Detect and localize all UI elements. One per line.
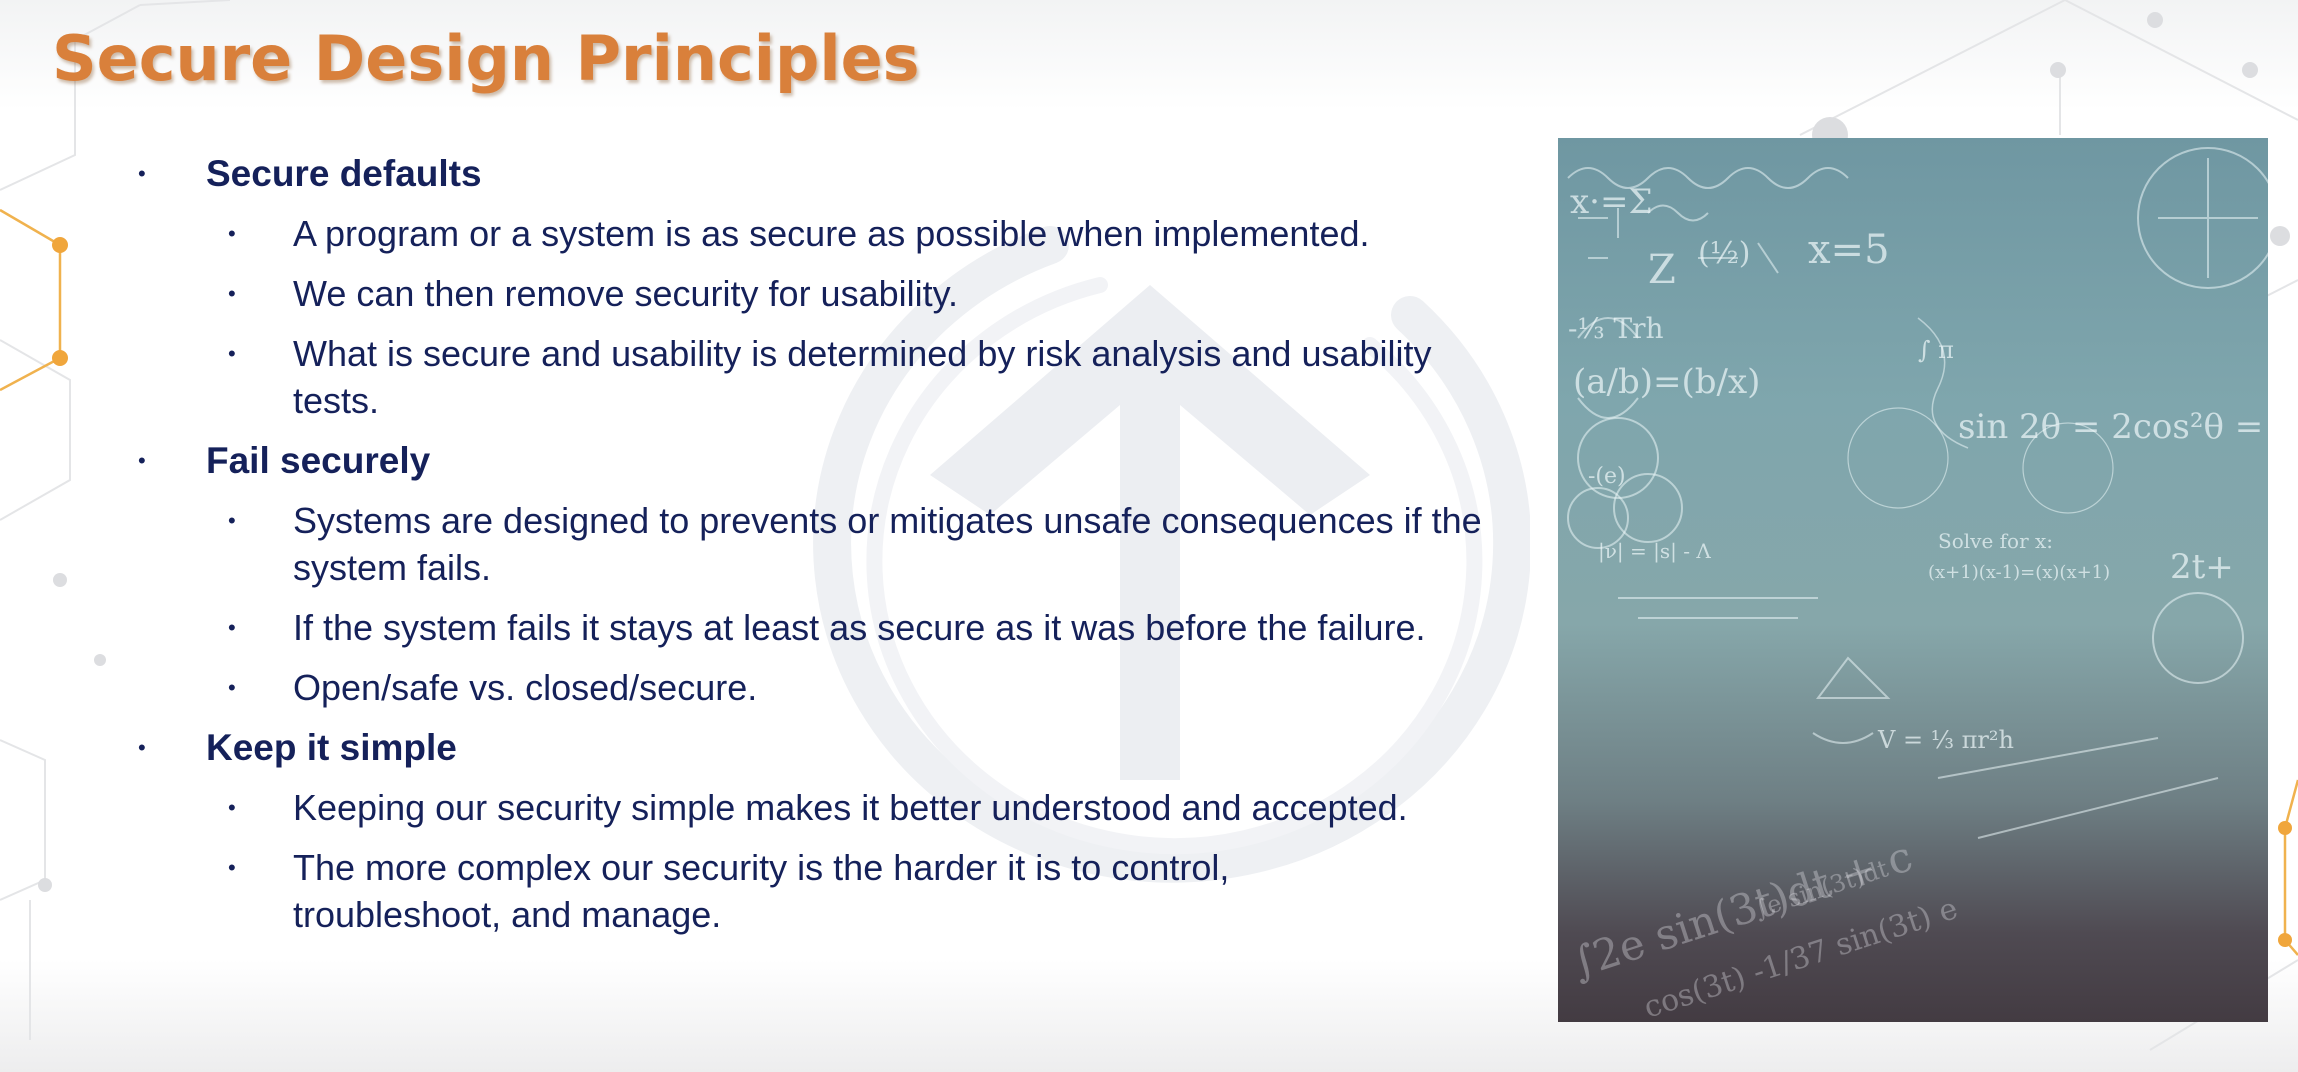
svg-text:(a/b)=(b/x): (a/b)=(b/x) [1573,362,1760,402]
sub-bullet-item: • If the system fails it stays at least … [206,604,1560,651]
section-secure-defaults: • Secure defaults • A program or a syste… [130,150,1560,424]
section-fail-securely: • Fail securely • Systems are designed t… [130,437,1560,711]
bullet-icon: • [228,281,236,306]
bullet-icon: • [228,675,236,700]
svg-text:-⅓ Trh: -⅓ Trh [1568,312,1664,345]
svg-text:(½): (½) [1698,236,1751,271]
svg-text:sin 2θ = 2cos²θ = cos²: sin 2θ = 2cos²θ = cos² [1958,407,2268,447]
slide: Secure Design Principles • Secure defaul… [0,0,2298,1072]
sub-bullet-text: Systems are designed to prevents or miti… [293,500,1482,588]
sub-bullet-item: • Open/safe vs. closed/secure. [206,664,1560,711]
sub-bullet-item: • The more complex our security is the h… [206,844,1560,938]
svg-text:x=5: x=5 [1808,227,1890,273]
sub-bullet-text: If the system fails it stays at least as… [293,607,1426,648]
sub-bullet-list: • A program or a system is as secure as … [206,210,1560,424]
bullet-icon: • [138,161,146,186]
bullet-list: • Secure defaults • A program or a syste… [130,150,1560,938]
svg-text:x·=Σ: x·=Σ [1570,182,1653,222]
math-chalkboard-image: x·=Σ Z (½) x=5 -⅓ Trh (a/b)=(b/x) -(e) ∫… [1558,138,2268,1022]
svg-text:Z: Z [1648,247,1676,293]
sub-bullet-item: • A program or a system is as secure as … [206,210,1560,257]
sub-bullet-item: • Keeping our security simple makes it b… [206,784,1560,831]
sub-bullet-item: • Systems are designed to prevents or mi… [206,497,1560,591]
bullet-icon: • [228,508,236,533]
bullet-icon: • [228,615,236,640]
sub-bullet-text: Keeping our security simple makes it bet… [293,787,1408,828]
section-heading: Secure defaults [206,153,482,194]
sub-bullet-text: What is secure and usability is determin… [293,333,1432,421]
bullet-icon: • [228,855,236,880]
slide-title: Secure Design Principles [52,22,920,95]
sub-bullet-item: • What is secure and usability is determ… [206,330,1560,424]
chalkboard-scribbles-decoration: x·=Σ Z (½) x=5 -⅓ Trh (a/b)=(b/x) -(e) ∫… [1566,147,2268,1022]
sub-bullet-text: The more complex our security is the har… [293,847,1230,935]
bullet-icon: • [228,341,236,366]
section-heading: Keep it simple [206,727,457,768]
svg-text:(x+1)(x-1)=(x)(x+1): (x+1)(x-1)=(x)(x+1) [1928,562,2110,583]
svg-text:2t+: 2t+ [2170,547,2234,587]
bullet-icon: • [138,448,146,473]
sub-bullet-item: • We can then remove security for usabil… [206,270,1560,317]
section-heading: Fail securely [206,440,431,481]
sub-bullet-list: • Keeping our security simple makes it b… [206,784,1560,938]
sub-bullet-text: Open/safe vs. closed/secure. [293,667,758,708]
bullet-content: • Secure defaults • A program or a syste… [130,150,1560,951]
bullet-icon: • [228,221,236,246]
section-keep-it-simple: • Keep it simple • Keeping our security … [130,724,1560,938]
svg-text:-(e): -(e) [1588,464,1626,489]
svg-text:∫ π: ∫ π [1918,336,1954,364]
sub-bullet-list: • Systems are designed to prevents or mi… [206,497,1560,711]
sub-bullet-text: We can then remove security for usabilit… [293,273,958,314]
svg-text:V = ⅓ πr²h: V = ⅓ πr²h [1877,726,2014,754]
svg-text:|ν| = |s| - Λ: |ν| = |s| - Λ [1598,539,1711,564]
bullet-icon: • [228,795,236,820]
sub-bullet-text: A program or a system is as secure as po… [293,213,1370,254]
svg-text:Solve for x:: Solve for x: [1938,529,2053,553]
bullet-icon: • [138,735,146,760]
